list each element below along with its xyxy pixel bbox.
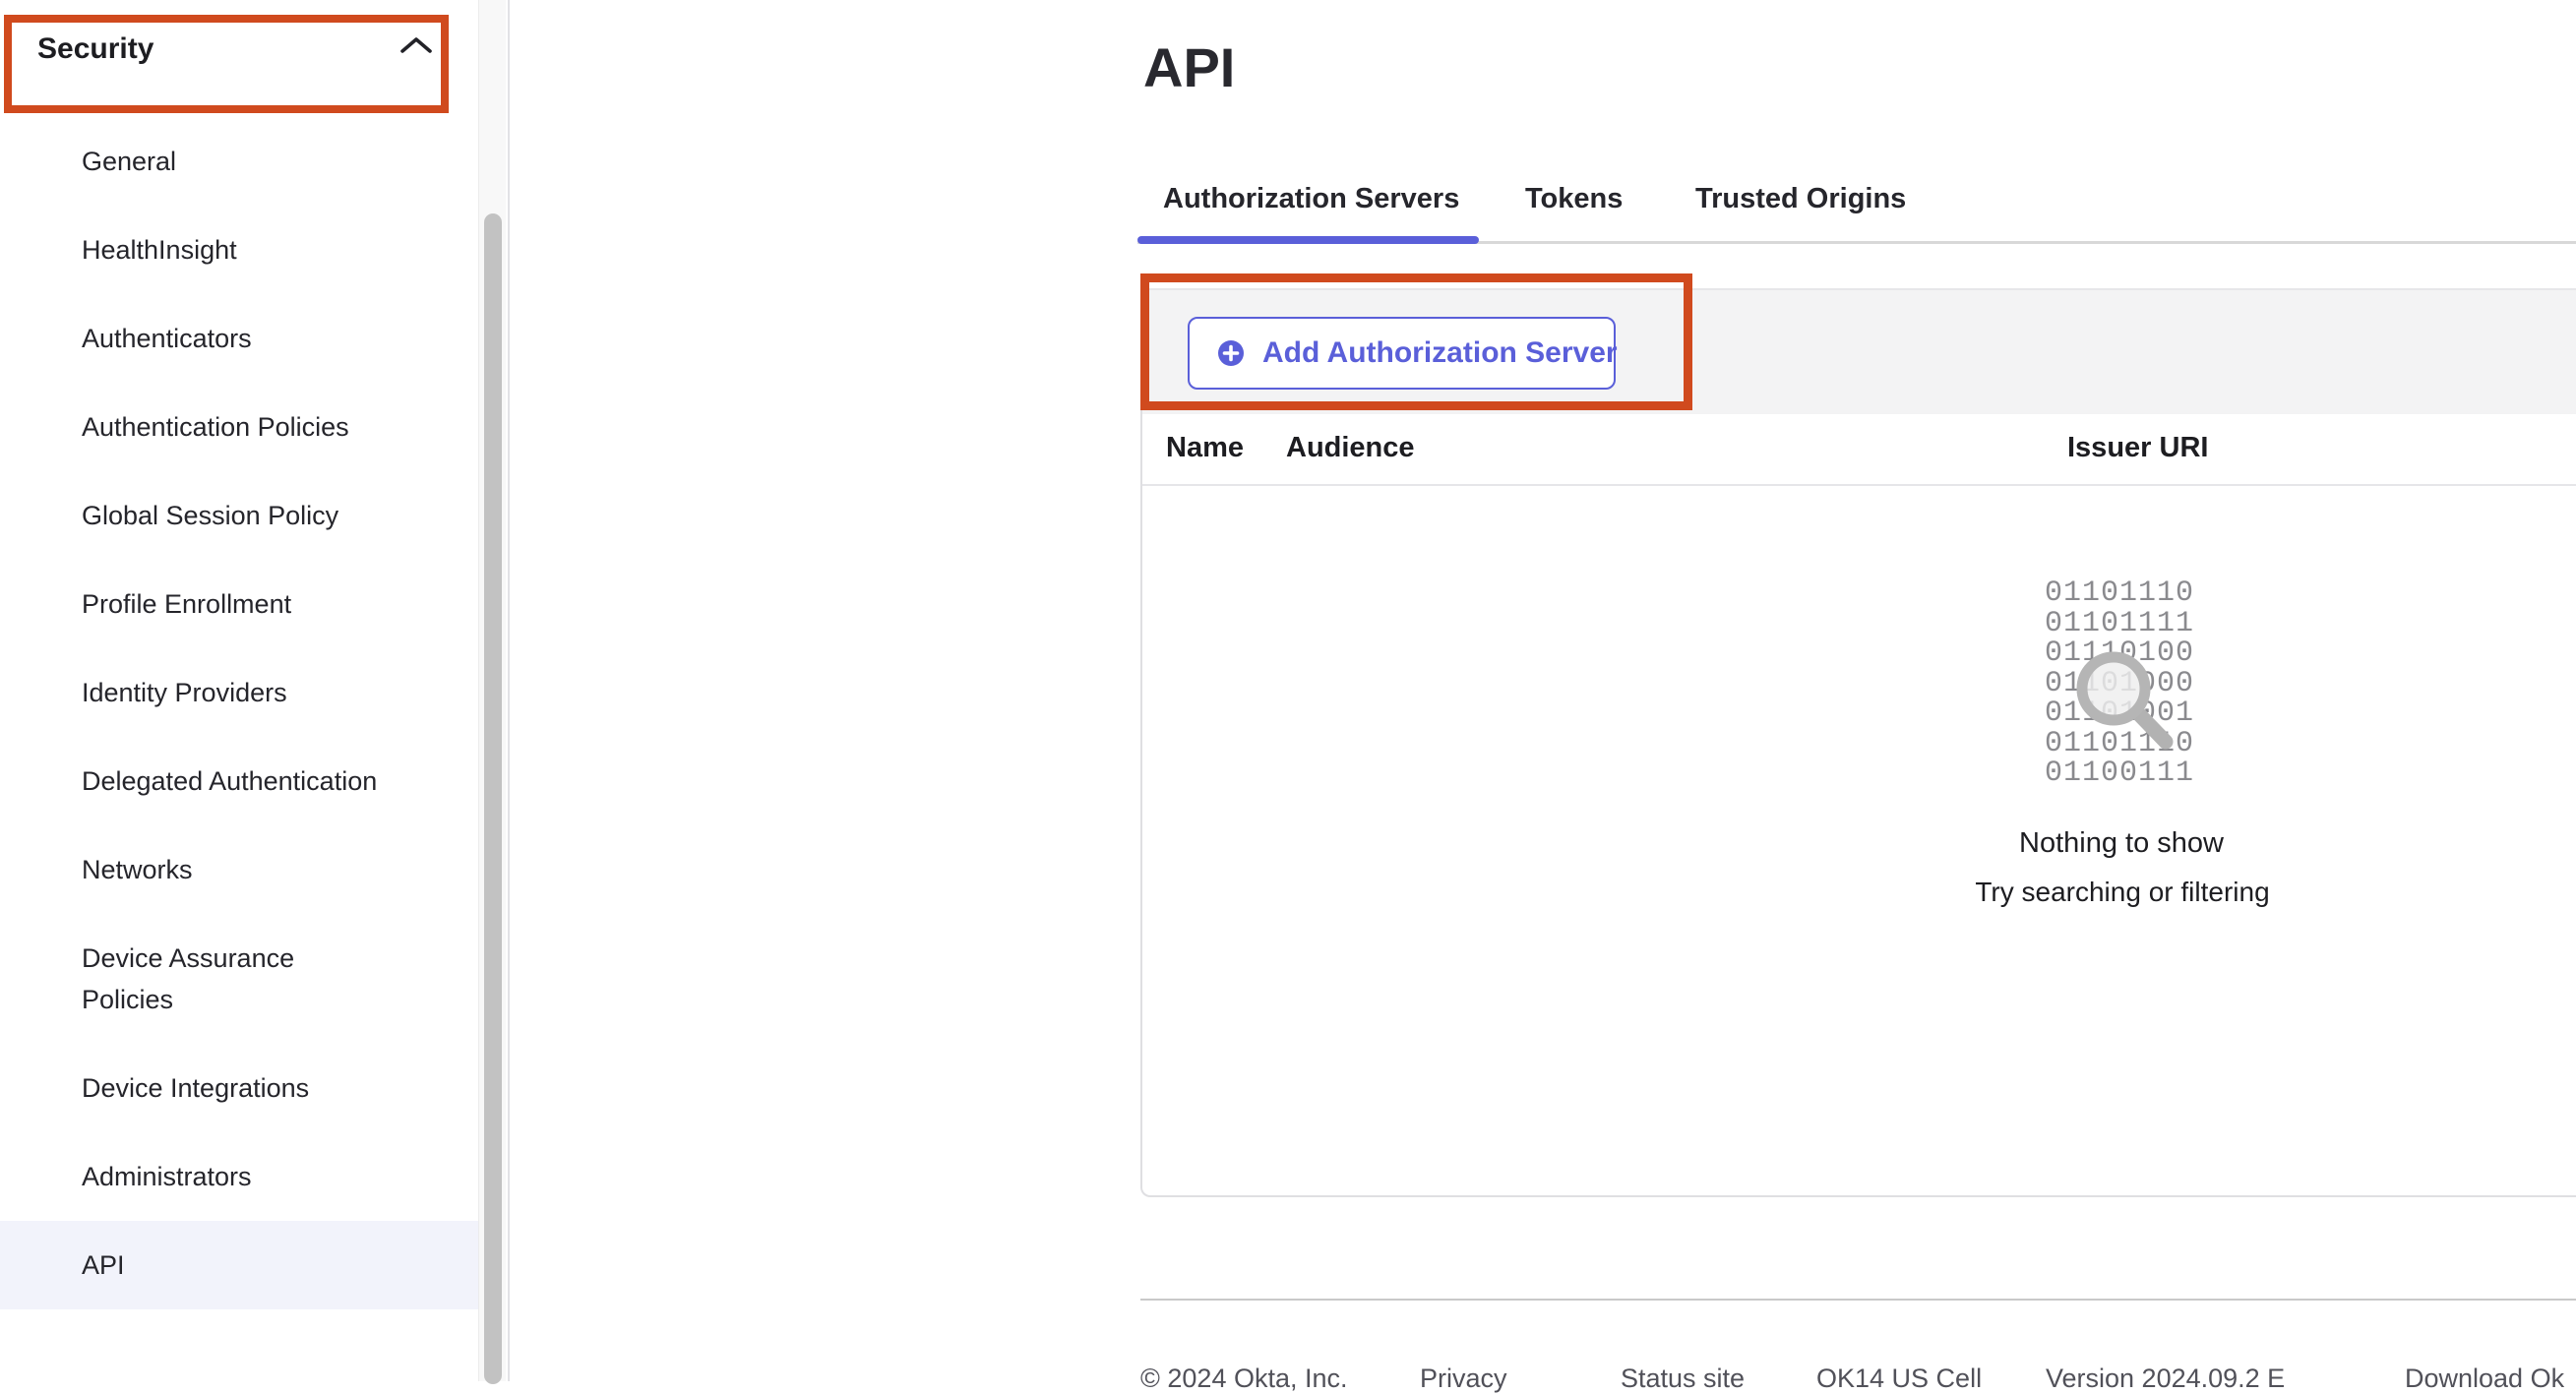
- column-header-issuer-uri: Issuer URI: [2067, 432, 2208, 464]
- footer-item-download-ok[interactable]: Download Ok: [2405, 1364, 2564, 1394]
- sidebar-item-healthinsight[interactable]: HealthInsight: [0, 206, 480, 294]
- footer-item-2024-okta-inc: © 2024 Okta, Inc.: [1140, 1364, 1348, 1394]
- sidebar-item-authenticators[interactable]: Authenticators: [0, 294, 480, 383]
- sidebar-item-delegated-authentication[interactable]: Delegated Authentication: [0, 737, 480, 825]
- sidebar-item-general[interactable]: General: [0, 117, 480, 206]
- footer-divider: [1140, 1299, 2576, 1301]
- sidebar-item-identity-providers[interactable]: Identity Providers: [0, 648, 480, 737]
- page-title: API: [1143, 37, 1235, 98]
- sidebar-item-networks[interactable]: Networks: [0, 825, 480, 914]
- empty-state-subtitle: Try searching or filtering: [1975, 877, 2269, 908]
- sidebar-scrollbar-track[interactable]: [478, 0, 506, 1381]
- sidebar-scrollbar-thumb[interactable]: [484, 213, 502, 1384]
- sidebar-nav: GeneralHealthInsightAuthenticatorsAuthen…: [0, 117, 480, 1309]
- empty-state-title: Nothing to show: [2019, 827, 2224, 860]
- sidebar-item-global-session-policy[interactable]: Global Session Policy: [0, 471, 480, 560]
- footer-item-privacy[interactable]: Privacy: [1420, 1364, 1507, 1394]
- tab-trusted-origins[interactable]: Trusted Origins: [1695, 183, 1906, 215]
- column-header-audience: Audience: [1286, 432, 1415, 464]
- sidebar-item-authentication-policies[interactable]: Authentication Policies: [0, 383, 480, 471]
- footer-item-status-site[interactable]: Status site: [1621, 1364, 1745, 1394]
- magnifier-icon: [2052, 630, 2189, 772]
- annotation-box-add-button: [1140, 273, 1692, 410]
- column-header-name: Name: [1166, 432, 1244, 464]
- annotation-box-security: [4, 15, 449, 113]
- table-header-row: Name Audience Issuer URI: [1142, 414, 2576, 486]
- active-tab-underline: [1137, 236, 1479, 244]
- footer-item-ok14-us-cell: OK14 US Cell: [1816, 1364, 1982, 1394]
- authorization-servers-panel: Name Audience Issuer URI: [1140, 288, 2576, 1197]
- tab-tokens[interactable]: Tokens: [1525, 183, 1623, 215]
- sidebar-item-administrators[interactable]: Administrators: [0, 1132, 480, 1221]
- tab-authorization-servers[interactable]: Authorization Servers: [1163, 183, 1459, 215]
- sidebar-item-device-integrations[interactable]: Device Integrations: [0, 1044, 480, 1132]
- footer-item-version-2024-09-2-e: Version 2024.09.2 E: [2046, 1364, 2285, 1394]
- sidebar-item-profile-enrollment[interactable]: Profile Enrollment: [0, 560, 480, 648]
- sidebar: Security GeneralHealthInsightAuthenticat…: [0, 0, 510, 1381]
- sidebar-nav-list: GeneralHealthInsightAuthenticatorsAuthen…: [0, 117, 480, 1309]
- sidebar-item-device-assurance-policies[interactable]: Device Assurance Policies: [0, 914, 480, 1044]
- sidebar-item-api[interactable]: API: [0, 1221, 480, 1309]
